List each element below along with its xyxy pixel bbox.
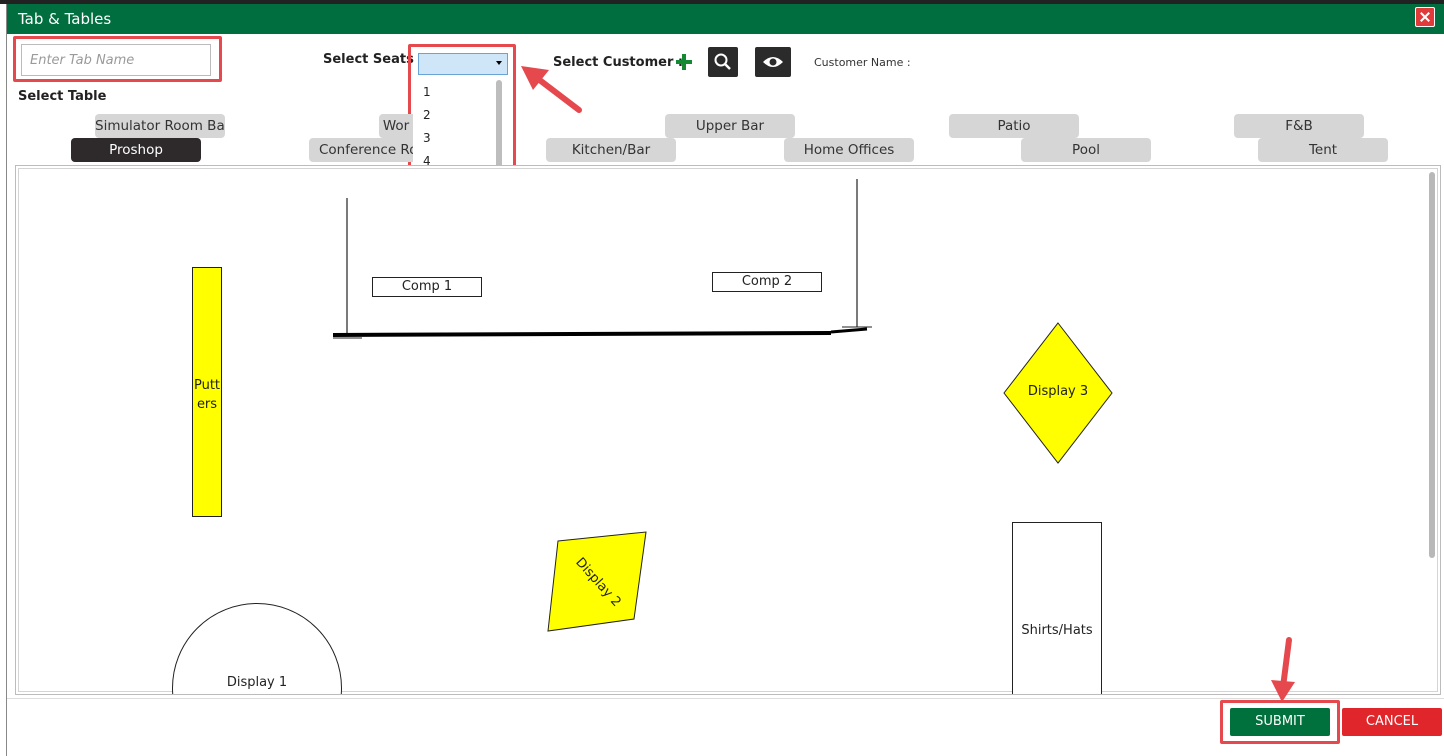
table-tab-patio[interactable]: Patio — [949, 114, 1079, 138]
table-tab-home-offices[interactable]: Home Offices — [784, 138, 914, 162]
submit-button[interactable]: SUBMIT — [1230, 708, 1330, 736]
search-icon — [714, 53, 731, 70]
tab-name-input[interactable] — [21, 44, 211, 76]
table-tab-simulator-room-bar[interactable]: Simulator Room Bar — [95, 114, 225, 138]
table-display-1-label: Display 1 — [226, 675, 288, 690]
table-tab-proshop[interactable]: Proshop — [71, 138, 201, 162]
view-customer-button[interactable] — [755, 47, 791, 77]
table-comp-1-label: Comp 1 — [401, 279, 453, 294]
seat-option[interactable]: 1 — [423, 85, 431, 99]
table-display-3-label: Display 3 — [1027, 384, 1089, 399]
footer-divider — [7, 698, 1444, 699]
table-tab-conference-room[interactable]: Conference Roo — [309, 138, 413, 162]
table-tab-kitchen-bar[interactable]: Kitchen/Bar — [546, 138, 676, 162]
table-tab-fnb[interactable]: F&B — [1234, 114, 1364, 138]
dropdown-caret-icon — [496, 61, 502, 65]
cancel-button[interactable]: CANCEL — [1342, 708, 1442, 736]
customer-name-label: Customer Name : — [814, 56, 911, 69]
plus-icon[interactable] — [676, 54, 692, 70]
floor-plan-canvas[interactable]: Comp 1 Comp 2 Putters Display 3 Display … — [15, 165, 1441, 695]
table-tab-pool[interactable]: Pool — [1021, 138, 1151, 162]
title-bar: Tab & Tables — [7, 4, 1444, 34]
table-comp-1[interactable]: Comp 1 — [372, 277, 482, 297]
seats-select[interactable] — [418, 53, 508, 75]
select-seats-label: Select Seats — [323, 52, 414, 67]
seat-option[interactable]: 2 — [423, 108, 431, 122]
table-tab-upper-bar[interactable]: Upper Bar — [665, 114, 795, 138]
table-shirts-hats[interactable]: Shirts/Hats — [1012, 522, 1102, 694]
search-customer-button[interactable] — [708, 47, 738, 77]
table-comp-2[interactable]: Comp 2 — [712, 272, 822, 292]
canvas-scrollbar[interactable] — [1429, 172, 1435, 558]
eye-icon — [763, 57, 783, 67]
table-shirts-hats-label: Shirts/Hats — [1021, 623, 1093, 638]
table-comp-2-label: Comp 2 — [741, 274, 793, 289]
close-icon[interactable] — [1415, 7, 1435, 27]
table-tab-wor[interactable]: Wor — [379, 114, 413, 138]
seat-option[interactable]: 3 — [423, 131, 431, 145]
select-table-label: Select Table — [18, 89, 107, 104]
floor-plan-area: Comp 1 Comp 2 Putters Display 3 Display … — [18, 168, 1438, 694]
table-putters[interactable]: Putters — [192, 267, 222, 517]
table-tab-tent[interactable]: Tent — [1258, 138, 1388, 162]
select-customer-label: Select Customer : — [553, 55, 684, 70]
tab-tables-dialog: Tab & Tables Select Seats 1 2 3 4 5 6 7 … — [6, 4, 1444, 756]
table-putters-label: Putters — [193, 378, 221, 412]
dialog-title: Tab & Tables — [18, 10, 112, 28]
